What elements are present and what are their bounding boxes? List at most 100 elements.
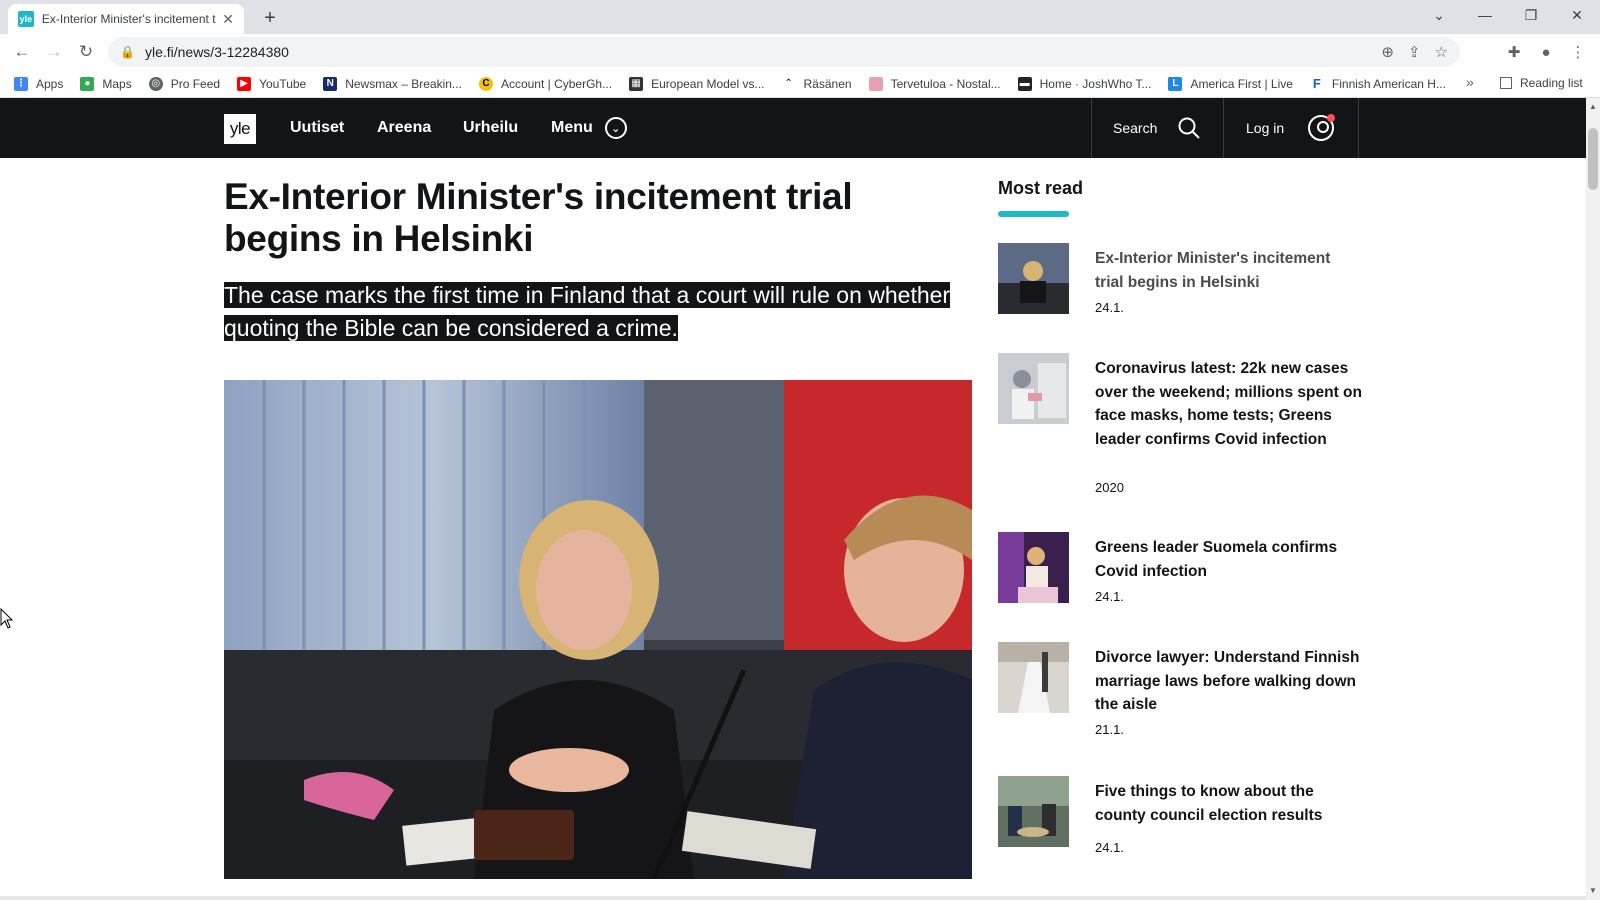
- bookmark-item[interactable]: L America First | Live: [1168, 76, 1293, 91]
- most-read-title[interactable]: Five things to know about the county cou…: [1095, 780, 1363, 827]
- most-read-date: 21.1.: [1095, 722, 1124, 737]
- newsmax-icon: N: [323, 76, 338, 91]
- new-tab-button[interactable]: +: [258, 6, 282, 30]
- yle-favicon-icon: yle: [18, 11, 34, 27]
- bookmark-item[interactable]: N Newsmax – Breakin...: [323, 76, 462, 91]
- yle-logo[interactable]: yle: [224, 114, 256, 144]
- browser-toolbar: ← → ↻ 🔒 yle.fi/news/3-12284380 ⊕ ⇪ ☆ ✚ ●…: [0, 34, 1600, 70]
- most-read-thumbnail: [998, 532, 1069, 603]
- zoom-icon[interactable]: ⊕: [1381, 43, 1394, 61]
- globe-icon: ◎: [148, 76, 163, 91]
- menu-label: Menu: [551, 119, 593, 136]
- header-divider: [1091, 98, 1092, 158]
- article-lead-text: The case marks the first time in Finland…: [224, 282, 951, 341]
- more-bookmarks-chevron-icon[interactable]: »: [1466, 74, 1474, 90]
- most-read-title[interactable]: Divorce lawyer: Understand Finnish marri…: [1095, 646, 1363, 717]
- bookmarks-bar: ⋮ Apps ● Maps ◎ Pro Feed ▶ YouTube N Newsmax …: [0, 70, 1600, 98]
- bookmark-item[interactable]: ⋮ Apps: [14, 76, 63, 91]
- most-read-accent-bar: [998, 211, 1069, 217]
- browser-tab-active[interactable]: yle Ex-Interior Minister's incitement t …: [8, 4, 244, 34]
- most-read-date: 24.1.: [1095, 840, 1124, 855]
- bookmark-item[interactable]: F Finnish American H...: [1309, 76, 1446, 91]
- tab-search-chevron-icon[interactable]: ⌄: [1416, 0, 1462, 30]
- most-read-date: 24.1.: [1095, 300, 1124, 315]
- most-read-item[interactable]: Ex-Interior Minister's incitement trial …: [998, 243, 1368, 318]
- nav-areena[interactable]: Areena: [377, 98, 431, 158]
- chevron-down-icon: ⌄: [604, 117, 627, 139]
- bookmark-item[interactable]: C Account | CyberGh...: [478, 76, 612, 91]
- browser-tab-strip: yle Ex-Interior Minister's incitement t …: [0, 0, 1600, 34]
- pink-square-icon: [868, 76, 883, 91]
- url-text[interactable]: yle.fi/news/3-12284380: [145, 44, 289, 60]
- user-account-icon: [1308, 114, 1336, 141]
- restore-button[interactable]: ❐: [1508, 0, 1554, 30]
- car-icon: ▬: [1017, 76, 1032, 91]
- reading-list-icon: [1500, 77, 1512, 89]
- menu-button[interactable]: Menu ⌄: [551, 98, 627, 158]
- close-window-button[interactable]: ✕: [1554, 0, 1600, 30]
- bookmark-item[interactable]: ▦ European Model vs...: [629, 76, 765, 91]
- bookmark-item[interactable]: ▶ YouTube: [237, 76, 306, 91]
- bookmark-item[interactable]: ◎ Pro Feed: [148, 76, 220, 91]
- nav-urheilu[interactable]: Urheilu: [463, 98, 518, 158]
- most-read-item[interactable]: Divorce lawyer: Understand Finnish marri…: [998, 642, 1368, 742]
- article-lead: The case marks the first time in Finland…: [224, 279, 972, 345]
- article-headline: Ex-Interior Minister's incitement trial …: [224, 176, 853, 259]
- hero-photo-illustration: [224, 380, 972, 879]
- scroll-down-arrow-icon[interactable]: ▼: [1589, 886, 1597, 895]
- most-read-date: 2020: [1095, 480, 1124, 495]
- scrollbar-thumb[interactable]: [1588, 128, 1598, 190]
- more-menu-icon[interactable]: ⋮: [1566, 40, 1590, 64]
- most-read-title[interactable]: Greens leader Suomela confirms Covid inf…: [1095, 536, 1363, 583]
- chevron-up-icon: ⌃: [781, 76, 796, 91]
- profile-avatar-icon[interactable]: ●: [1534, 40, 1558, 64]
- header-divider: [1358, 98, 1359, 158]
- mouse-cursor-icon: [0, 608, 14, 629]
- notification-dot: [1327, 114, 1336, 122]
- most-read-heading: Most read: [998, 178, 1084, 198]
- back-arrow-icon[interactable]: ←: [10, 40, 34, 64]
- site-header: yle Uutiset Areena Urheilu Menu ⌄ Search…: [0, 98, 1586, 158]
- most-read-thumbnail: [998, 243, 1069, 314]
- search-label: Search: [1113, 120, 1158, 136]
- cyberghost-icon: C: [478, 76, 493, 91]
- scroll-up-arrow-icon[interactable]: ▲: [1589, 102, 1597, 111]
- header-divider: [1223, 98, 1224, 158]
- login-label: Log in: [1246, 120, 1285, 136]
- close-tab-icon[interactable]: ✕: [222, 11, 234, 28]
- article-hero-photo[interactable]: [224, 380, 972, 879]
- most-read-thumbnail: [998, 353, 1069, 424]
- login-button[interactable]: Log in: [1246, 98, 1336, 158]
- most-read-title[interactable]: Coronavirus latest: 22k new cases over t…: [1095, 357, 1363, 451]
- reading-list-button[interactable]: Reading list: [1500, 76, 1583, 90]
- apps-grid-icon: ⋮: [14, 76, 28, 91]
- f-letter-icon: F: [1309, 76, 1324, 91]
- nav-uutiset[interactable]: Uutiset: [290, 98, 344, 158]
- most-read-title[interactable]: Ex-Interior Minister's incitement trial …: [1095, 247, 1363, 294]
- search-button[interactable]: Search: [1113, 98, 1201, 158]
- search-icon: [1178, 117, 1201, 139]
- most-read-thumbnail: [998, 642, 1069, 713]
- bookmark-star-icon[interactable]: ☆: [1435, 43, 1448, 61]
- bookmark-item[interactable]: ⌃ Räsänen: [781, 76, 852, 91]
- address-bar[interactable]: 🔒 yle.fi/news/3-12284380 ⊕ ⇪ ☆: [108, 37, 1460, 67]
- minimize-button[interactable]: —: [1462, 0, 1508, 30]
- maps-pin-icon: ●: [80, 76, 95, 91]
- most-read-item[interactable]: Five things to know about the county cou…: [998, 776, 1368, 855]
- lock-icon[interactable]: 🔒: [120, 45, 135, 59]
- bookmark-item[interactable]: Tervetuloa - Nostal...: [868, 76, 1001, 91]
- forward-arrow-icon[interactable]: →: [42, 40, 66, 64]
- map-thumbnail-icon: ▦: [629, 76, 644, 91]
- extensions-puzzle-icon[interactable]: ✚: [1502, 40, 1526, 64]
- most-read-date: 24.1.: [1095, 589, 1124, 604]
- most-read-thumbnail: [998, 776, 1069, 847]
- bookmark-item[interactable]: ● Maps: [80, 76, 132, 91]
- live-icon: L: [1168, 76, 1183, 91]
- most-read-item[interactable]: Coronavirus latest: 22k new cases over t…: [998, 353, 1368, 495]
- page-scrollbar[interactable]: ▲ ▼: [1586, 98, 1600, 900]
- reload-icon[interactable]: ↻: [74, 40, 98, 64]
- bookmark-item[interactable]: ▬ Home · JoshWho T...: [1017, 76, 1151, 91]
- most-read-item[interactable]: Greens leader Suomela confirms Covid inf…: [998, 532, 1368, 607]
- share-icon[interactable]: ⇪: [1408, 43, 1421, 61]
- youtube-icon: ▶: [237, 76, 252, 91]
